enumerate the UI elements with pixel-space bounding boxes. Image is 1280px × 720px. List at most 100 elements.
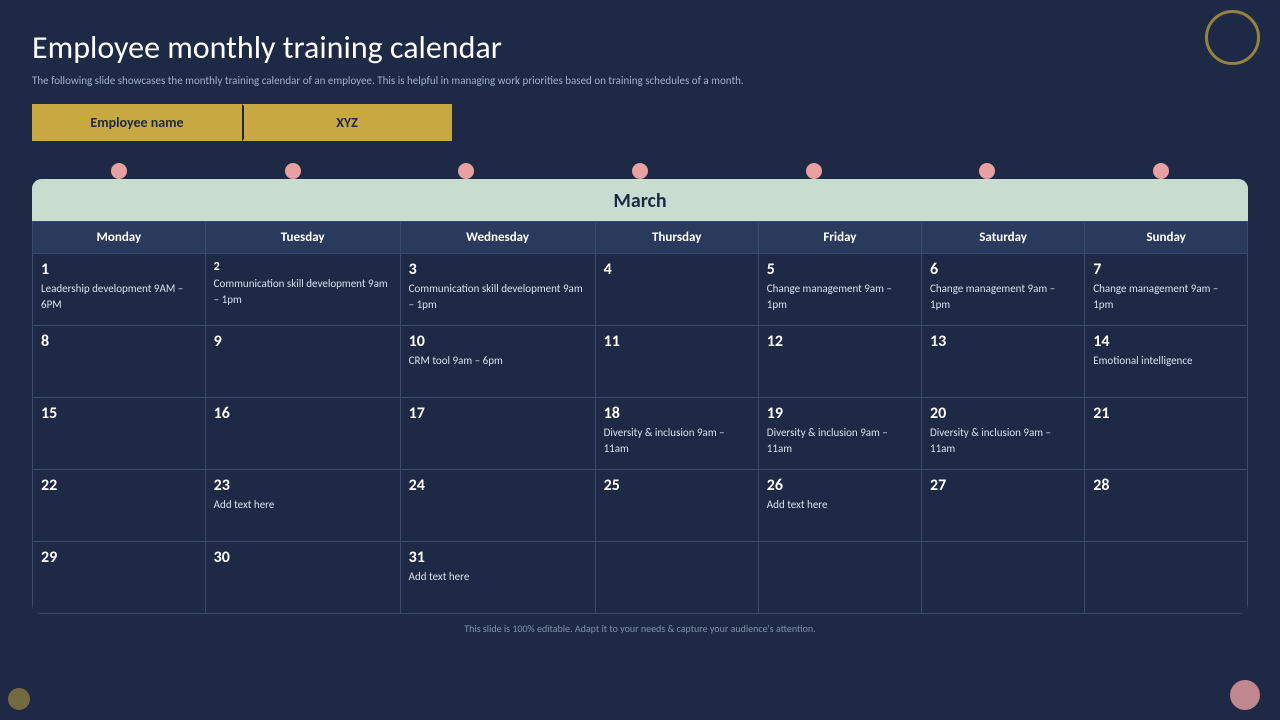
calendar-cell-r2c7: 14 Emotional intelligence [1085, 326, 1248, 398]
calendar-cell-r5c3: 31 Add text here [400, 542, 595, 614]
day-number: 8 [41, 332, 197, 351]
day-number: 24 [409, 476, 587, 495]
calendar-cell-r5c7 [1085, 542, 1248, 614]
calendar-cell-r2c6: 13 [922, 326, 1085, 398]
calendar-cell-r2c4: 11 [595, 326, 758, 398]
timeline-dot-3 [458, 163, 474, 179]
calendar-cell-r2c3: 10 CRM tool 9am – 6pm [400, 326, 595, 398]
event-text: Diversity & inclusion 9am – 11am [767, 425, 913, 456]
calendar-cell-r3c4: 18Diversity & inclusion 9am – 11am [595, 398, 758, 470]
page-subtitle: The following slide showcases the monthl… [32, 73, 1248, 88]
employee-name-value: XYZ [242, 104, 452, 141]
calendar-cell-r4c7: 28 [1085, 470, 1248, 542]
calendar-cell-r3c1: 15 [33, 398, 206, 470]
calendar-cell-r1c4: 4 [595, 254, 758, 326]
event-text: Add text here [409, 569, 587, 584]
calendar-cell-r1c7: 7 Change management 9am – 1pm [1085, 254, 1248, 326]
day-number: 23 [214, 476, 392, 495]
event-text: CRM tool 9am – 6pm [409, 353, 587, 368]
day-number: 1 [41, 260, 197, 279]
event-text: Diversity & inclusion 9am – 11am [930, 425, 1076, 456]
col-tuesday: Tuesday [205, 222, 400, 254]
day-number: 13 [930, 332, 1076, 351]
calendar-cell-r1c1: 1 Leadership development 9AM – 6PM [33, 254, 206, 326]
calendar-row-2: 89 10 CRM tool 9am – 6pm 11 12 13 14 Emotional … [33, 326, 1248, 398]
calendar-cell-r5c5 [758, 542, 921, 614]
col-sunday: Sunday [1085, 222, 1248, 254]
day-number: 11 [604, 332, 750, 351]
day-number: 30 [214, 548, 392, 567]
day-number: 19 [767, 404, 913, 423]
calendar-cell-r3c5: 19 Diversity & inclusion 9am – 11am [758, 398, 921, 470]
footer-text: This slide is 100% editable. Adapt it to… [32, 622, 1248, 635]
calendar-cell-r3c7: 21 [1085, 398, 1248, 470]
employee-bar: Employee name XYZ [32, 104, 452, 141]
timeline-dot-5 [806, 163, 822, 179]
event-text: Change management 9am – 1pm [1093, 281, 1239, 312]
day-number: 14 [1093, 332, 1239, 351]
day-number: 17 [409, 404, 587, 423]
col-saturday: Saturday [922, 222, 1085, 254]
calendar-cell-r3c6: 20 Diversity & inclusion 9am – 11am [922, 398, 1085, 470]
calendar-cell-r2c5: 12 [758, 326, 921, 398]
page-container: Employee monthly training calendar The f… [0, 0, 1280, 720]
day-number: 5 [767, 260, 913, 279]
calendar-cell-r1c2: 2Communication skill development 9am – 1… [205, 254, 400, 326]
event-text: Diversity & inclusion 9am – 11am [604, 425, 750, 456]
deco-circle-br [1230, 680, 1260, 710]
deco-circle-bl [8, 688, 30, 710]
calendar-cell-r5c1: 29 [33, 542, 206, 614]
calendar-cell-r4c3: 24 [400, 470, 595, 542]
calendar-cell-r3c2: 16 [205, 398, 400, 470]
day-number: 27 [930, 476, 1076, 495]
event-text: Change management 9am – 1pm [767, 281, 913, 312]
month-header: March [32, 179, 1248, 221]
day-number: 28 [1093, 476, 1239, 495]
timeline-dot-2 [285, 163, 301, 179]
calendar-row-3: 15 16 17 18Diversity & inclusion 9am – 11am… [33, 398, 1248, 470]
day-number: 29 [41, 548, 197, 567]
calendar-cell-r1c3: 3Communication skill development 9am – 1… [400, 254, 595, 326]
timeline-dot-4 [632, 163, 648, 179]
col-friday: Friday [758, 222, 921, 254]
calendar-table: Monday Tuesday Wednesday Thursday Friday… [32, 221, 1248, 614]
event-text: Change management 9am – 1pm [930, 281, 1076, 312]
day-number: 31 [409, 548, 587, 567]
calendar-cell-r1c6: 6Change management 9am – 1pm [922, 254, 1085, 326]
event-text: Add text here [767, 497, 913, 512]
timeline-dot-7 [1153, 163, 1169, 179]
day-number: 2 [214, 260, 392, 274]
timeline-row [32, 159, 1248, 179]
employee-name-label: Employee name [32, 104, 242, 141]
day-number: 20 [930, 404, 1076, 423]
calendar-cell-r4c5: 26 Add text here [758, 470, 921, 542]
col-thursday: Thursday [595, 222, 758, 254]
event-text: Emotional intelligence [1093, 353, 1239, 368]
calendar-header-row: Monday Tuesday Wednesday Thursday Friday… [33, 222, 1248, 254]
calendar-cell-r5c6 [922, 542, 1085, 614]
calendar-row-1: 1 Leadership development 9AM – 6PM 2Commun… [33, 254, 1248, 326]
calendar-cell-r2c1: 8 [33, 326, 206, 398]
timeline-dot-6 [979, 163, 995, 179]
calendar-cell-r1c5: 5 Change management 9am – 1pm [758, 254, 921, 326]
calendar-cell-r4c4: 25 [595, 470, 758, 542]
day-number: 15 [41, 404, 197, 423]
event-text: Leadership development 9AM – 6PM [41, 281, 197, 312]
timeline-dot-1 [111, 163, 127, 179]
col-monday: Monday [33, 222, 206, 254]
calendar-cell-r4c6: 27 [922, 470, 1085, 542]
calendar-row-5: 29 30 31 Add text here [33, 542, 1248, 614]
col-wednesday: Wednesday [400, 222, 595, 254]
deco-circle-tr [1205, 10, 1260, 65]
calendar-cell-r3c3: 17 [400, 398, 595, 470]
day-number: 7 [1093, 260, 1239, 279]
event-text: Add text here [214, 497, 392, 512]
day-number: 9 [214, 332, 392, 351]
page-title: Employee monthly training calendar [32, 28, 1248, 67]
day-number: 3 [409, 260, 587, 279]
day-number: 10 [409, 332, 587, 351]
calendar-cell-r5c4 [595, 542, 758, 614]
day-number: 26 [767, 476, 913, 495]
day-number: 25 [604, 476, 750, 495]
calendar-cell-r4c1: 22 [33, 470, 206, 542]
